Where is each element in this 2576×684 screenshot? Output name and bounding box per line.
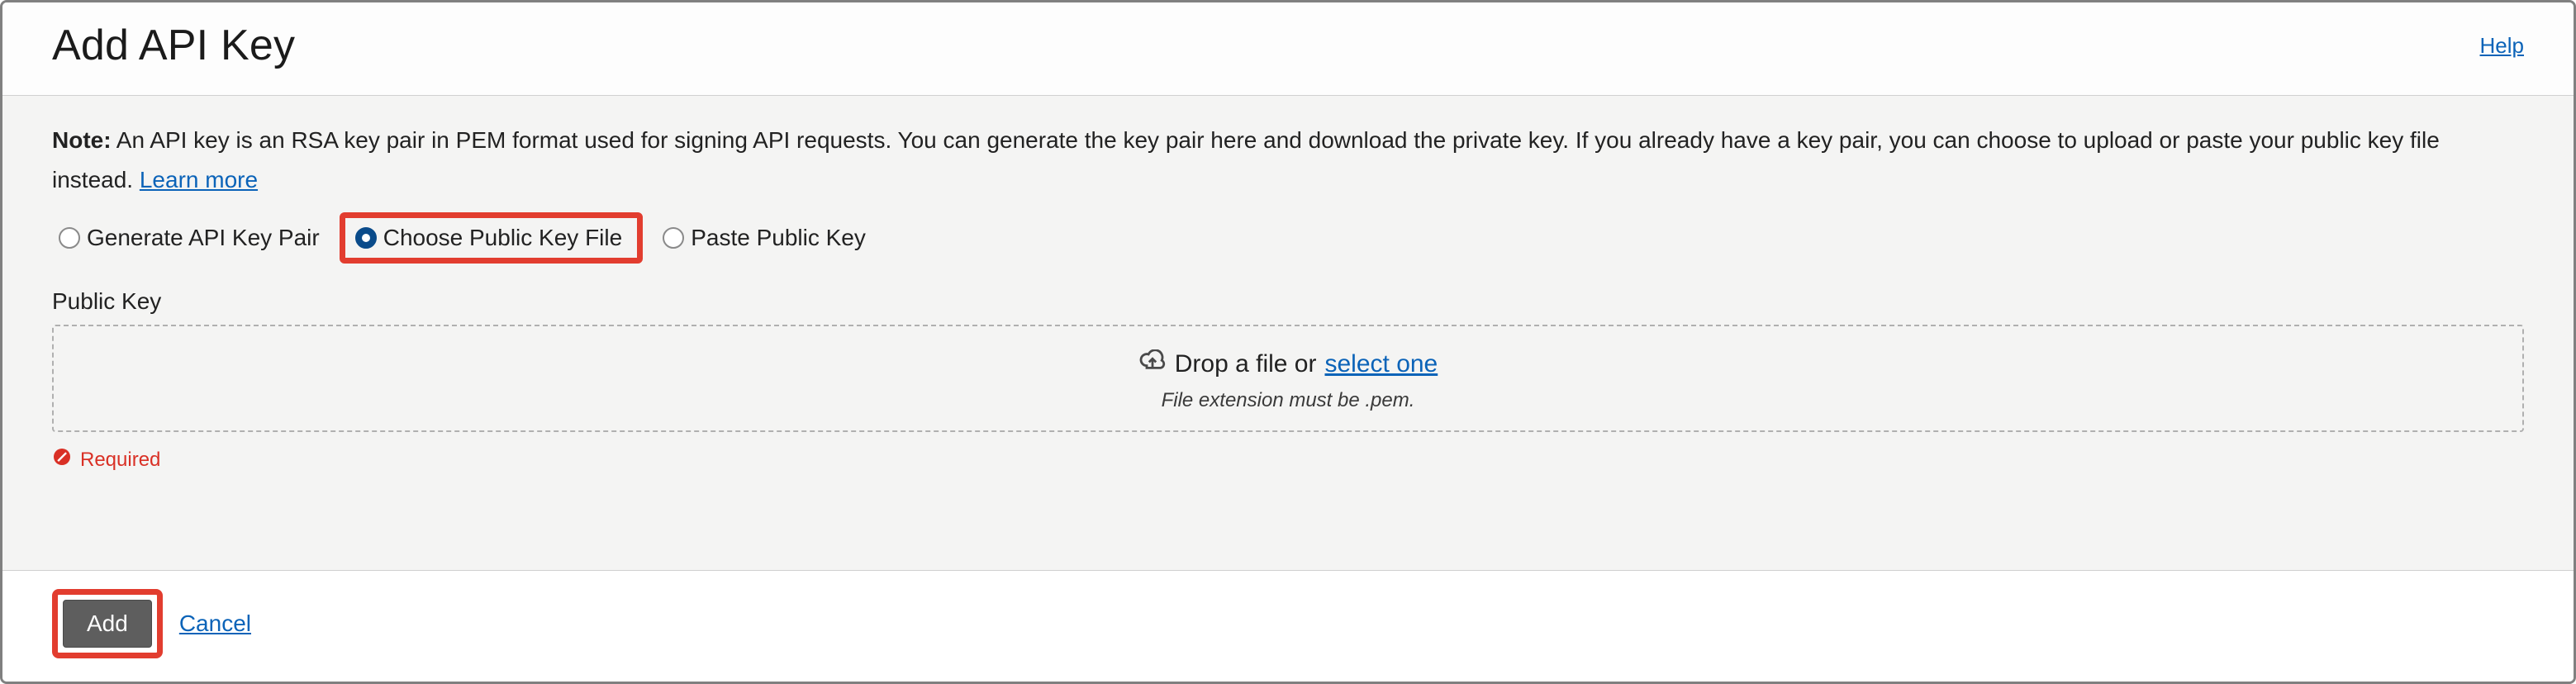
dropzone-text: Drop a file or select one	[1138, 349, 1438, 379]
drop-prefix: Drop a file or	[1175, 350, 1317, 378]
radio-circle-icon	[663, 227, 684, 249]
cancel-link[interactable]: Cancel	[179, 610, 251, 637]
required-text: Required	[80, 449, 160, 472]
public-key-dropzone[interactable]: Drop a file or select one File extension…	[52, 325, 2524, 432]
add-button[interactable]: Add	[63, 600, 152, 648]
note-body: An API key is an RSA key pair in PEM for…	[52, 127, 2440, 192]
select-file-link[interactable]: select one	[1324, 350, 1438, 378]
radio-circle-selected-icon	[355, 227, 377, 249]
file-extension-hint: File extension must be .pem.	[70, 389, 2506, 412]
upload-cloud-icon	[1138, 349, 1167, 379]
radio-circle-icon	[59, 227, 80, 249]
radio-choose-public-key-file[interactable]: Choose Public Key File	[349, 220, 629, 256]
add-api-key-dialog: Add API Key Help Note: An API key is an …	[0, 0, 2576, 684]
dialog-body: Note: An API key is an RSA key pair in P…	[2, 96, 2574, 571]
public-key-label: Public Key	[52, 288, 2524, 315]
help-link[interactable]: Help	[2480, 33, 2524, 59]
radio-label: Paste Public Key	[691, 225, 866, 251]
error-circle-icon	[52, 447, 72, 473]
validation-required: Required	[52, 447, 2524, 473]
annotation-highlight: Add	[52, 589, 163, 658]
key-source-radio-group: Generate API Key Pair Choose Public Key …	[52, 212, 2524, 264]
note-prefix: Note:	[52, 127, 112, 153]
page-title: Add API Key	[52, 21, 295, 70]
radio-label: Generate API Key Pair	[87, 225, 320, 251]
radio-label: Choose Public Key File	[383, 225, 622, 251]
dialog-header: Add API Key Help	[2, 2, 2574, 96]
learn-more-link[interactable]: Learn more	[140, 167, 258, 192]
radio-generate-key-pair[interactable]: Generate API Key Pair	[52, 220, 326, 256]
radio-paste-public-key[interactable]: Paste Public Key	[656, 220, 872, 256]
dialog-footer: Add Cancel	[2, 571, 2574, 682]
annotation-highlight: Choose Public Key File	[340, 212, 643, 264]
note-text: Note: An API key is an RSA key pair in P…	[52, 121, 2524, 199]
